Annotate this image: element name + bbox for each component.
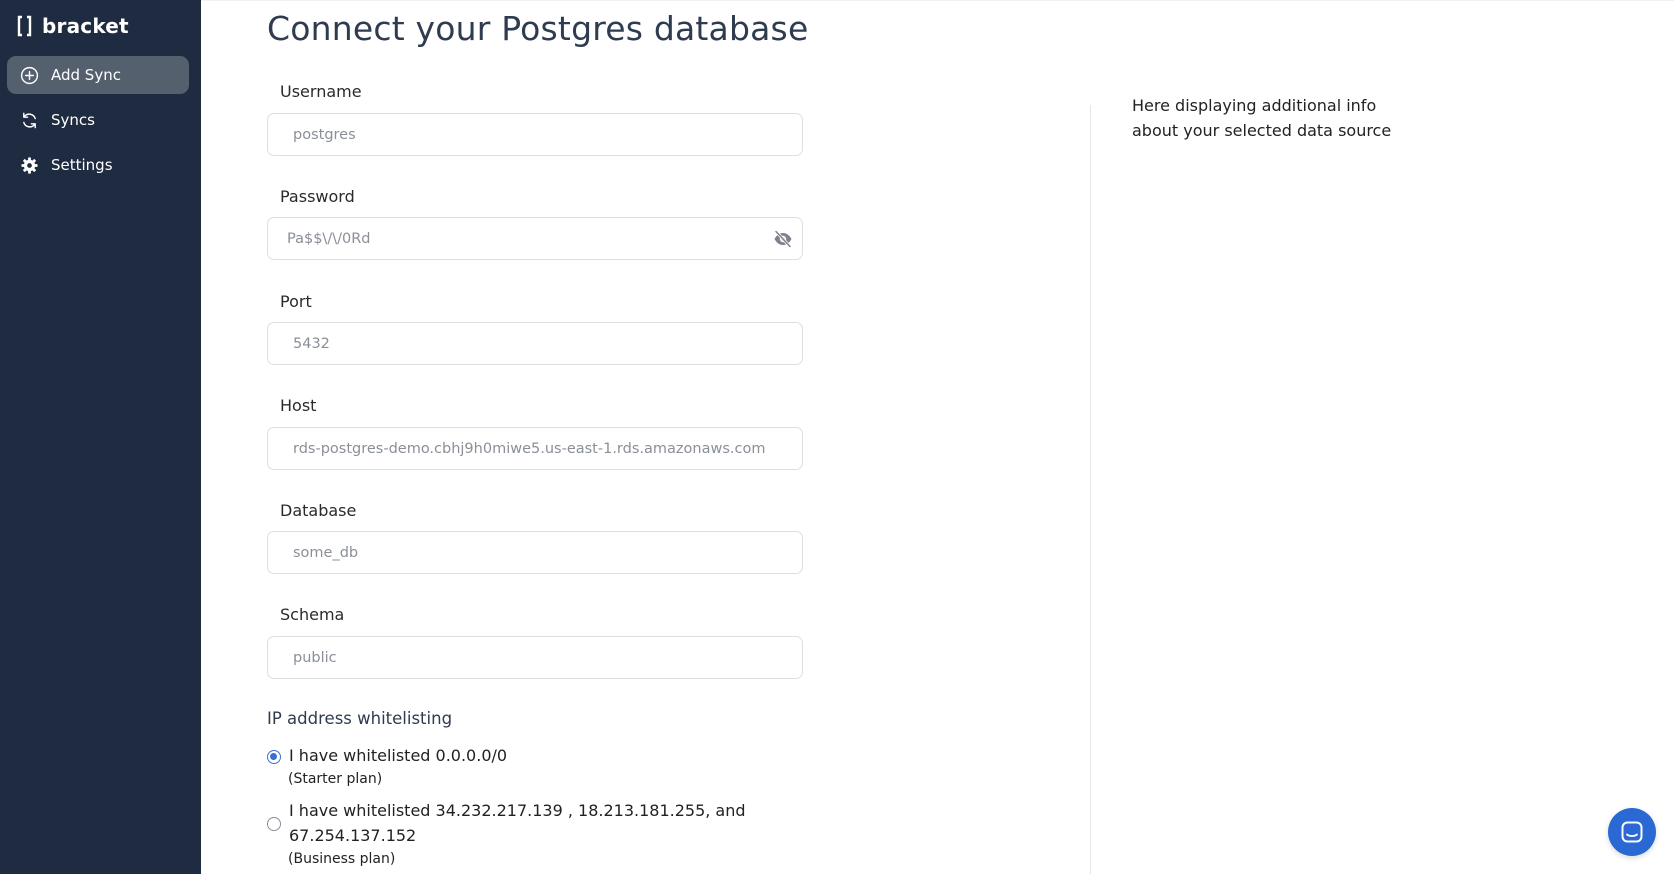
whitelist-option-business-radio[interactable]	[267, 817, 281, 831]
username-label: Username	[280, 82, 362, 101]
info-panel-text: Here displaying additional info about yo…	[1132, 93, 1432, 143]
database-input[interactable]	[293, 544, 802, 561]
sidebar: bracket Add Sync Syncs Settings	[0, 0, 201, 874]
app-root: bracket Add Sync Syncs Settings Connect …	[0, 0, 1674, 874]
host-input[interactable]	[293, 440, 802, 457]
host-field-wrapper	[267, 427, 803, 470]
sidebar-item-syncs[interactable]: Syncs	[7, 101, 189, 139]
schema-input[interactable]	[293, 649, 802, 666]
sidebar-item-label: Add Sync	[51, 66, 121, 84]
port-input[interactable]	[293, 335, 802, 352]
gear-icon	[19, 155, 39, 175]
sidebar-item-settings[interactable]: Settings	[7, 146, 189, 184]
brand-name: bracket	[42, 14, 129, 38]
eye-slash-icon[interactable]	[773, 230, 793, 248]
database-label: Database	[280, 501, 357, 520]
host-label: Host	[280, 396, 317, 415]
chat-icon	[1621, 821, 1643, 843]
schema-field-wrapper	[267, 636, 803, 679]
info-line-1: Here displaying additional info	[1132, 96, 1377, 115]
whitelist-option-business-label[interactable]: I have whitelisted 34.232.217.139 , 18.2…	[289, 799, 746, 823]
password-input[interactable]	[287, 230, 802, 247]
schema-label: Schema	[280, 605, 345, 624]
chat-launcher-button[interactable]	[1608, 808, 1656, 856]
sidebar-item-add-sync[interactable]: Add Sync	[7, 56, 189, 94]
whitelist-option-starter-label[interactable]: I have whitelisted 0.0.0.0/0	[289, 744, 507, 768]
sidebar-item-label: Settings	[51, 156, 113, 174]
username-input[interactable]	[293, 126, 802, 143]
refresh-icon	[19, 110, 39, 130]
page-title: Connect your Postgres database	[267, 9, 809, 48]
password-field-wrapper	[267, 217, 803, 260]
username-field-wrapper	[267, 113, 803, 156]
whitelist-section-title: IP address whitelisting	[267, 709, 453, 728]
whitelist-option-starter-plan: (Starter plan)	[288, 771, 383, 787]
password-label: Password	[280, 187, 355, 206]
port-label: Port	[280, 292, 312, 311]
panel-divider	[1090, 105, 1091, 874]
brand-logo[interactable]: bracket	[16, 12, 129, 40]
sidebar-item-label: Syncs	[51, 111, 95, 129]
port-field-wrapper	[267, 322, 803, 365]
whitelist-option-business-label-cont[interactable]: 67.254.137.152	[289, 824, 416, 848]
bracket-logo-icon	[17, 15, 32, 37]
database-field-wrapper	[267, 531, 803, 574]
main-content: Connect your Postgres database Username …	[201, 1, 1674, 874]
whitelist-option-business-plan: (Business plan)	[288, 851, 396, 867]
info-line-2: about your selected data source	[1132, 121, 1392, 140]
plus-circle-icon	[19, 65, 39, 85]
whitelist-option-starter-radio[interactable]	[267, 750, 281, 764]
